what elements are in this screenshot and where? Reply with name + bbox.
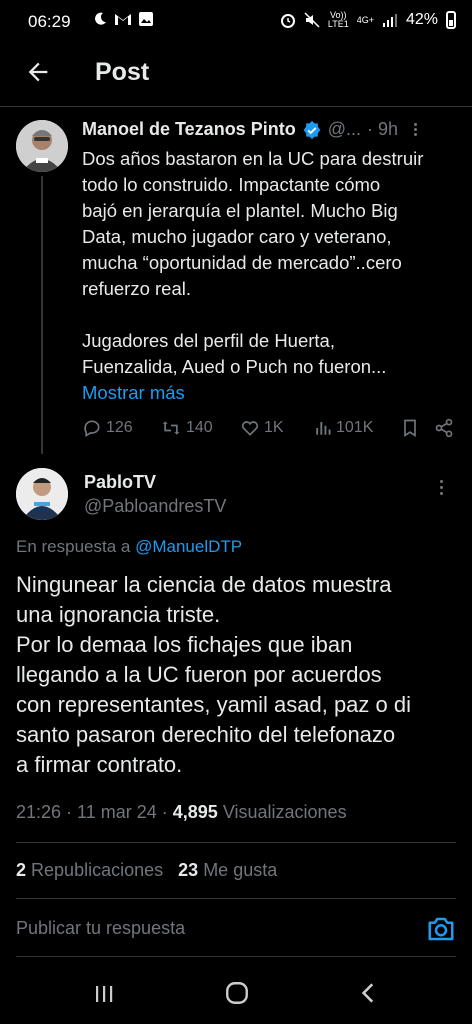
text-line: refuerzo real. bbox=[82, 278, 191, 299]
text-line: Data, mucho jugador caro y veterano, bbox=[82, 226, 392, 247]
recent-apps-icon[interactable] bbox=[92, 982, 116, 1006]
likes-stat[interactable]: 23 Me gusta bbox=[178, 860, 277, 880]
reply-count: 126 bbox=[106, 419, 133, 436]
avatar-image bbox=[16, 120, 68, 172]
text-line: Jugadores del perfil de Huerta, bbox=[82, 330, 335, 351]
show-more-link[interactable]: Mostrar más bbox=[82, 380, 452, 406]
parent-author-avatar[interactable] bbox=[16, 120, 68, 172]
back-arrow-icon[interactable] bbox=[24, 58, 52, 86]
text-line: Ningunear la ciencia de datos muestra bbox=[16, 572, 392, 597]
reply-icon bbox=[84, 420, 100, 437]
text-line: una ignorancia triste. bbox=[16, 602, 221, 627]
text-line: Fuenzalida, Aued o Puch no fueron... bbox=[82, 356, 387, 377]
like-button[interactable]: 1K bbox=[240, 418, 314, 438]
nav-back-icon[interactable] bbox=[356, 980, 382, 1006]
network-type: 4G+ bbox=[356, 15, 374, 25]
home-icon[interactable] bbox=[224, 980, 250, 1006]
text-line: llegando a la UC fueron por acuerdos bbox=[16, 662, 382, 687]
views-icon bbox=[316, 422, 331, 435]
parent-author-name[interactable]: Manoel de Tezanos Pinto bbox=[82, 119, 296, 140]
text-line: bajó en jerarquía el plantel. Mucho Big bbox=[82, 200, 398, 221]
status-system-icons: Vo)) LTE1 4G+ 42% bbox=[280, 11, 456, 29]
status-bar: 06:29 Vo)) LTE1 4G+ 42% bbox=[0, 0, 472, 44]
text-line: todo lo construido. Impactante cómo bbox=[82, 174, 381, 195]
view-count: 101K bbox=[336, 419, 374, 436]
reply-more-options-icon[interactable] bbox=[440, 480, 443, 495]
repost-count: 140 bbox=[186, 419, 213, 436]
tweet-metadata: 21:26 · 11 mar 24 · 4,895 Visualizacione… bbox=[16, 802, 347, 823]
text-line: Dos años bastaron en la UC para destruir bbox=[82, 148, 424, 169]
likes-count: 23 bbox=[178, 860, 199, 880]
verified-badge-icon bbox=[303, 120, 321, 139]
camera-icon[interactable] bbox=[426, 914, 456, 944]
top-app-bar: Post bbox=[0, 44, 472, 107]
tweet-timestamp[interactable]: 21:26 · 11 mar 24 · bbox=[16, 802, 168, 822]
parent-tweet-time[interactable]: · 9h bbox=[367, 119, 398, 140]
divider bbox=[16, 898, 456, 899]
compose-divider bbox=[16, 956, 456, 957]
moon-icon bbox=[95, 12, 106, 25]
mute-icon bbox=[304, 12, 320, 28]
likes-label: Me gusta bbox=[203, 860, 278, 880]
divider bbox=[16, 842, 456, 843]
replying-to-handle[interactable]: @ManuelDTP bbox=[135, 537, 242, 556]
text-line: a firmar contrato. bbox=[16, 752, 183, 777]
alarm-icon bbox=[280, 14, 295, 28]
text-line: con representantes, yamil asad, paz o di bbox=[16, 692, 412, 717]
like-count: 1K bbox=[264, 419, 284, 436]
engagement-counts: 2 Republicaciones 23 Me gusta bbox=[16, 860, 277, 881]
like-icon bbox=[241, 421, 259, 436]
reposts-stat[interactable]: 2 Republicaciones bbox=[16, 860, 163, 880]
repost-button[interactable]: 140 bbox=[160, 418, 240, 438]
bookmark-icon[interactable] bbox=[400, 418, 420, 438]
text-line: santo pasaron derechito del telefonazo bbox=[16, 722, 396, 747]
share-icon[interactable] bbox=[434, 418, 454, 438]
views-button[interactable]: 101K bbox=[314, 419, 400, 437]
reposts-label: Republicaciones bbox=[31, 860, 164, 880]
views-count: 4,895 bbox=[172, 802, 218, 822]
system-navigation-bar bbox=[0, 970, 472, 1024]
parent-tweet-text: Dos años bastaron en la UC para destruir… bbox=[82, 146, 452, 406]
parent-tweet-actions: 126 140 1K 101K bbox=[82, 418, 454, 438]
carrier-label: LTE1 bbox=[327, 19, 349, 29]
parent-author-handle[interactable]: @... bbox=[328, 119, 361, 140]
repost-icon bbox=[162, 421, 180, 435]
text-line: Por lo demaa los fichajes que iban bbox=[16, 632, 353, 657]
page-title: Post bbox=[95, 58, 150, 86]
reposts-count: 2 bbox=[16, 860, 27, 880]
reply-input[interactable]: Publicar tu respuesta bbox=[16, 918, 185, 939]
more-options-icon[interactable] bbox=[414, 123, 418, 136]
status-notification-icons bbox=[92, 11, 154, 27]
gallery-icon bbox=[139, 12, 153, 26]
replying-to: En respuesta a @ManuelDTP bbox=[16, 537, 242, 557]
signal-icon bbox=[382, 14, 397, 27]
reply-author-name[interactable]: PabloTV bbox=[84, 472, 156, 493]
status-time: 06:29 bbox=[28, 12, 71, 31]
gmail-icon bbox=[115, 14, 131, 25]
replying-to-prefix: En respuesta a bbox=[16, 537, 131, 556]
reply-tweet-text: Ningunear la ciencia de datos muestra un… bbox=[16, 570, 456, 780]
reply-button[interactable]: 126 bbox=[82, 418, 160, 438]
reply-author-handle[interactable]: @PabloandresTV bbox=[84, 496, 226, 517]
battery-percent: 42% bbox=[405, 11, 438, 28]
reply-author-avatar[interactable] bbox=[16, 468, 68, 520]
volte-indicator: Vo)) LTE1 bbox=[328, 11, 349, 29]
views-label: Visualizaciones bbox=[222, 802, 347, 822]
battery-icon bbox=[446, 11, 456, 29]
avatar-image bbox=[16, 468, 68, 520]
parent-tweet-header: Manoel de Tezanos Pinto @... · 9h bbox=[82, 119, 418, 140]
thread-connector-line bbox=[41, 176, 43, 454]
text-line: mucha “oportunidad de mercado”..cero bbox=[82, 252, 402, 273]
